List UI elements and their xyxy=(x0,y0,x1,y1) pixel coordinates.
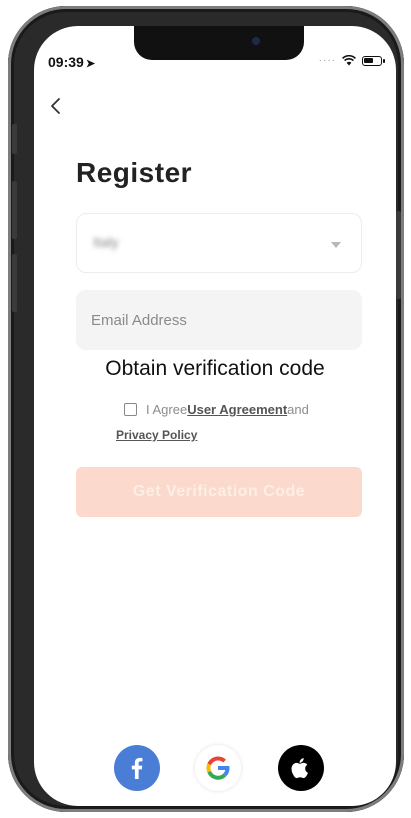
wifi-icon xyxy=(342,55,356,66)
phone-frame: 09:39➤ ···· Register Italy Obtain verifi… xyxy=(8,6,404,812)
battery-icon xyxy=(362,55,385,66)
google-icon xyxy=(206,756,230,780)
agreement-row: I Agree User Agreement and xyxy=(124,402,309,417)
power-button xyxy=(396,211,401,299)
facebook-icon xyxy=(131,757,143,779)
status-icons: ···· xyxy=(318,55,385,66)
phone-screen: 09:39➤ ···· Register Italy Obtain verifi… xyxy=(34,26,396,806)
facebook-login-button[interactable] xyxy=(114,745,160,791)
google-login-button[interactable] xyxy=(195,745,241,791)
agree-prefix: I Agree xyxy=(146,402,188,417)
country-select-value: Italy xyxy=(93,234,119,250)
chevron-down-icon xyxy=(331,242,341,248)
page-title: Register xyxy=(76,157,193,188)
location-icon: ➤ xyxy=(85,58,96,70)
mute-switch xyxy=(12,124,17,154)
email-field[interactable] xyxy=(76,290,362,350)
status-time-label: 09:39 xyxy=(48,54,84,70)
agree-checkbox[interactable] xyxy=(124,403,137,416)
volume-down-button xyxy=(12,254,17,312)
user-agreement-link[interactable]: User Agreement xyxy=(187,402,287,417)
get-verification-code-button[interactable]: Get Verification Code xyxy=(76,467,362,517)
status-time: 09:39 ➤ xyxy=(48,54,95,70)
back-arrow-icon[interactable] xyxy=(48,94,64,118)
apple-icon xyxy=(291,758,308,779)
apple-login-button[interactable] xyxy=(278,745,324,791)
volume-up-button xyxy=(12,181,17,239)
notch xyxy=(134,26,304,60)
country-select[interactable]: Italy xyxy=(76,213,362,273)
front-camera xyxy=(252,37,260,45)
agree-conjunction: and xyxy=(287,402,309,417)
privacy-policy-link[interactable]: Privacy Policy xyxy=(116,428,197,442)
obtain-verification-text: Obtain verification code xyxy=(105,357,325,380)
signal-icon: ···· xyxy=(318,55,336,66)
